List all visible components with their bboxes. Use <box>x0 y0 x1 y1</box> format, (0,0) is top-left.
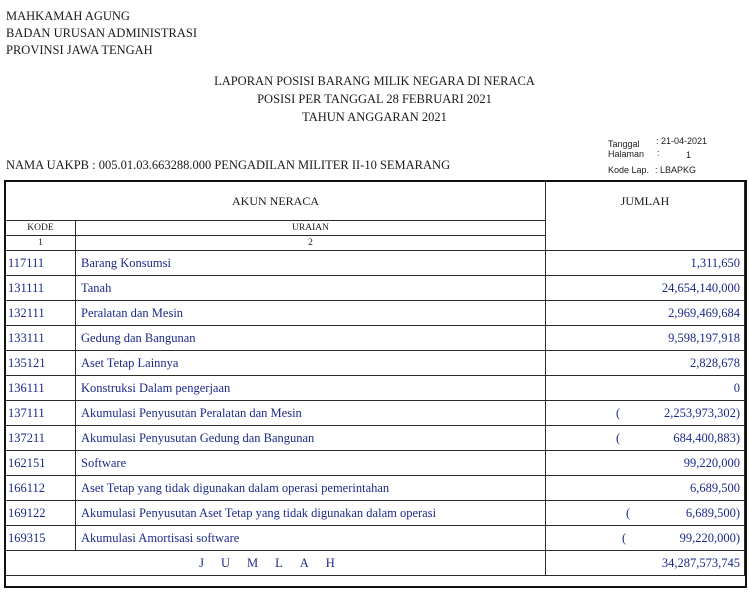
row-jumlah-value: 99,220,000) <box>679 530 740 545</box>
halaman-colon: : <box>657 148 660 158</box>
halaman-value: 1 <box>686 150 692 160</box>
jumlah-header: JUMLAH <box>545 181 745 251</box>
kode-header: KODE <box>5 220 76 236</box>
col-num-2: 2 <box>75 235 546 251</box>
table-row: 131111 Tanah 24,654,140,000 <box>5 275 745 301</box>
row-kode: 136111 <box>5 375 76 401</box>
row-uraian: Akumulasi Penyusutan Peralatan dan Mesin <box>75 400 546 426</box>
neraca-table: AKUN NERACA JUMLAH KODE URAIAN 1 2 11711… <box>5 181 745 576</box>
row-jumlah-value: 2,828,678 <box>690 355 740 370</box>
uraian-header: URAIAN <box>75 220 546 236</box>
col-num-1: 1 <box>5 235 76 251</box>
row-kode: 137211 <box>5 425 76 451</box>
row-uraian: Peralatan dan Mesin <box>75 300 546 326</box>
negative-paren: ( <box>626 506 631 520</box>
row-jumlah-value: 684,400,883) <box>673 430 740 445</box>
row-jumlah: (2,253,973,302) <box>545 400 745 426</box>
row-jumlah: 9,598,197,918 <box>545 325 745 351</box>
report-year: TAHUN ANGGARAN 2021 <box>302 110 447 124</box>
row-jumlah-value: 9,598,197,918 <box>668 330 740 345</box>
negative-paren: ( <box>622 531 627 545</box>
row-jumlah-value: 6,689,500) <box>685 505 740 520</box>
row-jumlah-value: 1,311,650 <box>690 255 740 270</box>
org-line-1: MAHKAMAH AGUNG <box>6 9 130 23</box>
org-line-2: BADAN URUSAN ADMINISTRASI <box>6 26 197 40</box>
row-jumlah: 0 <box>545 375 745 401</box>
akun-neraca-header: AKUN NERACA <box>5 181 546 221</box>
row-jumlah: 1,311,650 <box>545 250 745 276</box>
table-row: 132111 Peralatan dan Mesin 2,969,469,684 <box>5 300 745 326</box>
row-jumlah: (6,689,500) <box>545 500 745 526</box>
total-value: 34,287,573,745 <box>545 550 745 576</box>
row-jumlah-value: 2,969,469,684 <box>668 305 740 320</box>
row-jumlah: 24,654,140,000 <box>545 275 745 301</box>
row-kode: 117111 <box>5 250 76 276</box>
tanggal-value: : 21-04-2021 <box>656 136 708 146</box>
halaman-label: Halaman <box>608 149 645 159</box>
report-date: POSISI PER TANGGAL 28 FEBRUARI 2021 <box>257 92 492 106</box>
row-uraian: Barang Konsumsi <box>75 250 546 276</box>
row-jumlah: 6,689,500 <box>545 475 745 501</box>
table-row: 117111 Barang Konsumsi 1,311,650 <box>5 250 745 276</box>
row-kode: 162151 <box>5 450 76 476</box>
row-jumlah-value: 2,253,973,302) <box>663 405 740 420</box>
uakpb-line: NAMA UAKPB : 005.01.03.663288.000 PENGAD… <box>6 158 451 172</box>
row-kode: 166112 <box>5 475 76 501</box>
total-label: JUMLAH <box>5 550 546 576</box>
row-jumlah: 2,828,678 <box>545 350 745 376</box>
row-kode: 131111 <box>5 275 76 301</box>
table-row: 133111 Gedung dan Bangunan 9,598,197,918 <box>5 325 745 351</box>
total-row: JUMLAH 34,287,573,745 <box>5 550 745 576</box>
row-uraian: Gedung dan Bangunan <box>75 325 546 351</box>
table-row: 169315 Akumulasi Amortisasi software(99,2… <box>5 525 745 551</box>
kode-lap-label: Kode Lap. <box>608 165 650 175</box>
table-row: 162151 Software 99,220,000 <box>5 450 745 476</box>
row-kode: 132111 <box>5 300 76 326</box>
row-jumlah-value: 6,689,500 <box>690 480 740 495</box>
table-row: 166112 Aset Tetap yang tidak digunakan da… <box>5 475 745 501</box>
table-row: 137111 Akumulasi Penyusutan Peralatan dan… <box>5 400 745 426</box>
row-jumlah: 99,220,000 <box>545 450 745 476</box>
row-uraian: Aset Tetap yang tidak digunakan dalam op… <box>75 475 546 501</box>
row-uraian: Tanah <box>75 275 546 301</box>
row-jumlah-value: 0 <box>733 380 740 395</box>
row-jumlah-value: 99,220,000 <box>683 455 740 470</box>
row-kode: 169122 <box>5 500 76 526</box>
table-row: 169122 Akumulasi Penyusutan Aset Tetap ya… <box>5 500 745 526</box>
table-row: 135121 Aset Tetap Lainnya 2,828,678 <box>5 350 745 376</box>
table-row: 137211 Akumulasi Penyusutan Gedung dan Ba… <box>5 425 745 451</box>
negative-paren: ( <box>616 406 621 420</box>
report-title: LAPORAN POSISI BARANG MILIK NEGARA DI NE… <box>214 74 535 88</box>
negative-paren: ( <box>616 431 621 445</box>
row-jumlah-value: 24,654,140,000 <box>661 280 740 295</box>
row-uraian: Aset Tetap Lainnya <box>75 350 546 376</box>
kode-lap-value: : LBAPKG <box>655 165 697 175</box>
row-kode: 133111 <box>5 325 76 351</box>
row-jumlah: (99,220,000) <box>545 525 745 551</box>
row-kode: 169315 <box>5 525 76 551</box>
table-row: 136111 Konstruksi Dalam pengerjaan 0 <box>5 375 745 401</box>
row-uraian: Konstruksi Dalam pengerjaan <box>75 375 546 401</box>
row-kode: 137111 <box>5 400 76 426</box>
row-uraian: Software <box>75 450 546 476</box>
row-uraian: Akumulasi Amortisasi software <box>75 525 546 551</box>
org-line-3: PROVINSI JAWA TENGAH <box>6 43 153 57</box>
row-kode: 135121 <box>5 350 76 376</box>
row-jumlah: (684,400,883) <box>545 425 745 451</box>
row-jumlah: 2,969,469,684 <box>545 300 745 326</box>
row-uraian: Akumulasi Penyusutan Aset Tetap yang tid… <box>75 500 546 526</box>
row-uraian: Akumulasi Penyusutan Gedung dan Bangunan <box>75 425 546 451</box>
